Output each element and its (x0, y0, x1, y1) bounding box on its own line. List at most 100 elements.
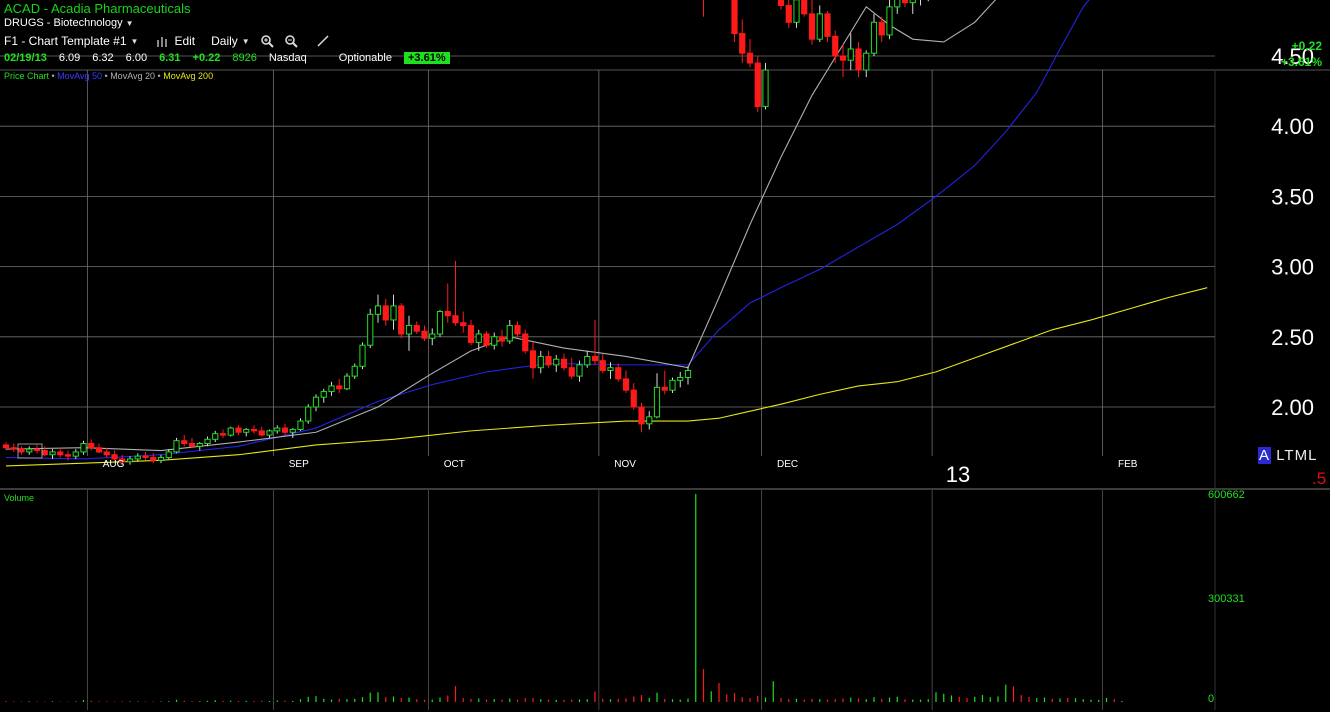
legend-ma200: MovAvg 200 (163, 71, 214, 81)
candle-up (669, 379, 676, 391)
candle-down (382, 305, 389, 321)
candle-down (281, 427, 289, 433)
candle-up (227, 427, 234, 436)
quote-low: 6.00 (125, 52, 148, 64)
candle-down (142, 455, 149, 459)
price-tick-label: 2.00 (1271, 395, 1314, 420)
company-name: Acadia Pharmaceuticals (51, 1, 191, 16)
candle-down (103, 451, 110, 456)
altml-first: A (1258, 447, 1272, 464)
candle-up (134, 455, 141, 460)
candle-down (57, 451, 64, 456)
candle-down (398, 305, 405, 335)
candle-up (653, 386, 661, 418)
candle-up (374, 305, 382, 315)
month-label: OCT (444, 459, 465, 470)
altml-rest: LTML (1276, 447, 1318, 464)
ma20-line (5, 0, 997, 452)
ma20-path (5, 0, 997, 452)
candle-down (801, 0, 808, 15)
candle-down (901, 0, 909, 4)
candle-down (746, 52, 754, 64)
zoom-out-icon[interactable] (284, 34, 298, 48)
candle-down (95, 447, 103, 453)
change-summary: +0.22 +3.61% (1281, 38, 1322, 70)
candle-up (475, 333, 482, 343)
candle-up (909, 0, 916, 4)
candle-down (622, 378, 630, 391)
chart-canvas[interactable]: 6.31 2.002.503.003.504.004.505.005.506.0… (0, 0, 1330, 712)
candle-up (584, 355, 591, 366)
axis-labels: 2.002.503.003.504.004.505.005.506.006.50… (4, 44, 1314, 705)
quote-exchange: Nasdaq (268, 52, 307, 64)
grid-lines (0, 55, 1330, 710)
candle-down (483, 333, 490, 346)
template-label: F1 - Chart Template #1 (4, 34, 127, 48)
zoom-in-icon[interactable] (260, 34, 274, 48)
candle-down (336, 385, 343, 390)
candle-up (436, 311, 444, 335)
candle-up (506, 325, 513, 342)
candle-up (894, 0, 901, 8)
quote-date: 02/19/13 (4, 52, 47, 64)
volume-tick-label: 0 (1208, 693, 1214, 705)
candle-down (630, 389, 637, 408)
candle-down (777, 0, 785, 6)
candle-up (274, 427, 281, 432)
candle-up (677, 377, 684, 381)
toolbar: F1 - Chart Template #1 ▼ Edit Daily ▼ (4, 34, 330, 48)
candle-down (824, 13, 831, 37)
candle-down (467, 325, 475, 343)
month-label: DEC (777, 459, 798, 470)
candle-down (235, 427, 242, 433)
optionable-label: Optionable (338, 52, 392, 64)
volume-panel-label: Volume (4, 493, 34, 503)
edit-label: Edit (174, 34, 196, 48)
candle-up (173, 440, 180, 453)
five-label: .5 (1312, 469, 1327, 488)
month-label: SEP (289, 459, 309, 470)
candle-down (568, 367, 575, 377)
candle-up (405, 325, 413, 335)
candle-up (72, 451, 79, 457)
ma200-line (5, 287, 1208, 467)
candle-up (793, 0, 800, 23)
candle-down (514, 325, 521, 335)
candle-up (553, 358, 560, 366)
template-dropdown[interactable]: F1 - Chart Template #1 ▼ (4, 34, 138, 48)
candle-down (88, 443, 95, 449)
candle-up (204, 438, 211, 445)
candle-up (537, 355, 544, 369)
candle-down (545, 355, 552, 366)
period-dropdown[interactable]: Daily ▼ (211, 34, 250, 48)
edit-button[interactable]: Edit (156, 34, 195, 48)
title-separator: - (43, 1, 49, 16)
candle-down (615, 367, 622, 380)
summary-change-pct: +3.61% (1280, 55, 1322, 69)
candle-down (839, 55, 847, 61)
candle-up (49, 451, 56, 456)
quote-change: +0.22 (192, 52, 221, 64)
candle-down (731, 0, 738, 35)
quote-close: 6.31 (159, 52, 181, 64)
ma50-line (5, 0, 1090, 460)
candle-up (491, 336, 498, 346)
candle-down (855, 48, 862, 71)
candle-up (429, 333, 436, 339)
legend-separator: • (102, 71, 111, 81)
candle-down (522, 333, 529, 352)
month-label: AUG (103, 459, 125, 470)
sector-selector[interactable]: DRUGS - Biotechnology ▼ (4, 17, 134, 29)
candle-up (847, 48, 854, 61)
draw-line-icon[interactable] (316, 34, 330, 48)
candle-down (18, 448, 25, 453)
candle-up (343, 375, 351, 390)
price-tick-label: 4.00 (1271, 114, 1314, 139)
candle-down (33, 448, 41, 452)
year-marker: 13 (946, 462, 970, 487)
candle-down (421, 330, 428, 339)
candle-up (289, 428, 296, 433)
candle-down (413, 325, 420, 332)
candle-down (181, 440, 188, 445)
candle-up (367, 313, 374, 346)
